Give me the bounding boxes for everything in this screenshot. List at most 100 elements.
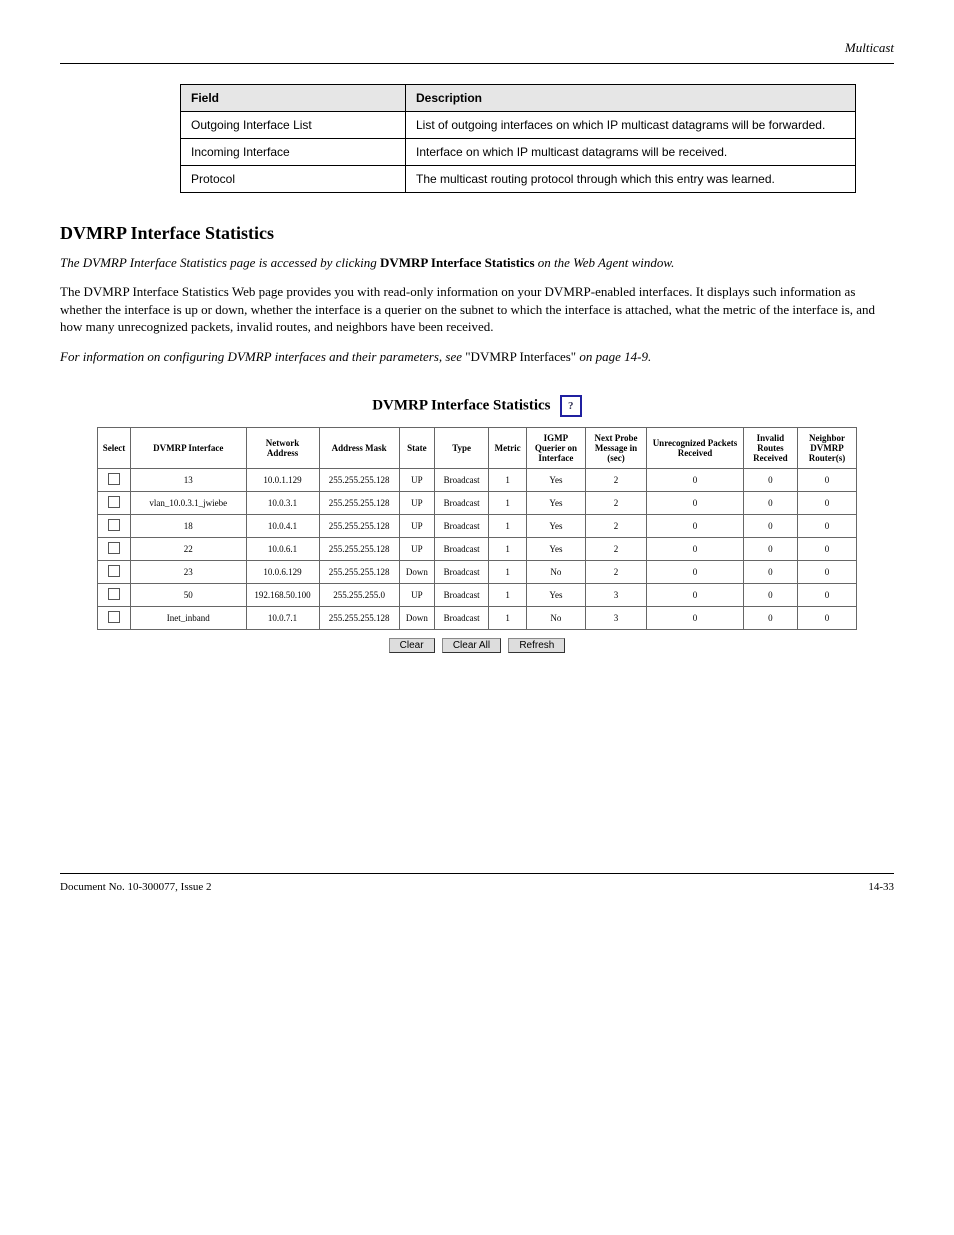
stats-column-header: Neighbor DVMRP Router(s) — [798, 428, 857, 469]
row-checkbox[interactable] — [108, 519, 120, 531]
row-checkbox[interactable] — [108, 588, 120, 600]
unrecognized-packets-cell: 0 — [647, 538, 744, 561]
state-cell: UP — [399, 492, 434, 515]
page-footer: Document No. 10-300077, Issue 2 14-33 — [60, 881, 894, 893]
address-mask-cell: 255.255.255.128 — [319, 538, 399, 561]
next-probe-cell: 3 — [585, 584, 646, 607]
stats-column-header: Select — [98, 428, 131, 469]
table-row: ProtocolThe multicast routing protocol t… — [181, 165, 856, 192]
network-address-cell: 10.0.6.129 — [246, 561, 319, 584]
neighbor-routers-cell: 0 — [798, 561, 857, 584]
state-cell: UP — [399, 515, 434, 538]
metric-cell: 1 — [489, 492, 527, 515]
footer-right: 14-33 — [868, 881, 894, 893]
unrecognized-packets-cell: 0 — [647, 584, 744, 607]
igmp-querier-cell: No — [526, 561, 585, 584]
select-cell — [98, 492, 131, 515]
clear-all-button[interactable]: Clear All — [442, 638, 501, 653]
unrecognized-packets-cell: 0 — [647, 469, 744, 492]
section-title: DVMRP Interface Statistics — [60, 223, 894, 244]
header-section-link: Multicast — [60, 40, 894, 56]
field-name-cell: Incoming Interface — [181, 138, 406, 165]
table-row: 1310.0.1.129255.255.255.128UPBroadcast1Y… — [98, 469, 857, 492]
row-checkbox[interactable] — [108, 473, 120, 485]
table-row: 1810.0.4.1255.255.255.128UPBroadcast1Yes… — [98, 515, 857, 538]
table-row: Inet_inband10.0.7.1255.255.255.128DownBr… — [98, 607, 857, 630]
state-cell: UP — [399, 584, 434, 607]
type-cell: Broadcast — [435, 561, 489, 584]
metric-cell: 1 — [489, 561, 527, 584]
footer-left: Document No. 10-300077, Issue 2 — [60, 881, 212, 893]
address-mask-cell: 255.255.255.128 — [319, 607, 399, 630]
stats-column-header: Type — [435, 428, 489, 469]
interface-cell: 13 — [131, 469, 247, 492]
stats-column-header: Invalid Routes Received — [743, 428, 797, 469]
row-checkbox[interactable] — [108, 542, 120, 554]
igmp-querier-cell: Yes — [526, 584, 585, 607]
address-mask-cell: 255.255.255.128 — [319, 561, 399, 584]
state-cell: Down — [399, 561, 434, 584]
footer-rule — [60, 873, 894, 874]
next-probe-cell: 2 — [585, 515, 646, 538]
body-paragraph: The DVMRP Interface Statistics page is a… — [60, 254, 894, 272]
field-table-header-desc: Description — [406, 84, 856, 111]
stats-column-header: Metric — [489, 428, 527, 469]
table-row: vlan_10.0.3.1_jwiebe10.0.3.1255.255.255.… — [98, 492, 857, 515]
neighbor-routers-cell: 0 — [798, 538, 857, 561]
igmp-querier-cell: Yes — [526, 538, 585, 561]
network-address-cell: 10.0.3.1 — [246, 492, 319, 515]
table-row: 50192.168.50.100255.255.255.0UPBroadcast… — [98, 584, 857, 607]
stats-column-header: State — [399, 428, 434, 469]
table-row: 2310.0.6.129255.255.255.128DownBroadcast… — [98, 561, 857, 584]
refresh-button[interactable]: Refresh — [508, 638, 565, 653]
body-paragraph: For information on configuring DVMRP int… — [60, 348, 894, 366]
next-probe-cell: 3 — [585, 607, 646, 630]
interface-cell: Inet_inband — [131, 607, 247, 630]
clear-button[interactable]: Clear — [389, 638, 435, 653]
table-row: Outgoing Interface ListList of outgoing … — [181, 111, 856, 138]
field-description-table: Field Description Outgoing Interface Lis… — [180, 84, 856, 193]
network-address-cell: 192.168.50.100 — [246, 584, 319, 607]
next-probe-cell: 2 — [585, 538, 646, 561]
field-desc-cell: The multicast routing protocol through w… — [406, 165, 856, 192]
invalid-routes-cell: 0 — [743, 492, 797, 515]
unrecognized-packets-cell: 0 — [647, 607, 744, 630]
interface-cell: 23 — [131, 561, 247, 584]
invalid-routes-cell: 0 — [743, 584, 797, 607]
next-probe-cell: 2 — [585, 469, 646, 492]
select-cell — [98, 607, 131, 630]
unrecognized-packets-cell: 0 — [647, 515, 744, 538]
table-row: Incoming InterfaceInterface on which IP … — [181, 138, 856, 165]
body-paragraph: The DVMRP Interface Statistics Web page … — [60, 283, 894, 336]
state-cell: UP — [399, 538, 434, 561]
metric-cell: 1 — [489, 584, 527, 607]
select-cell — [98, 561, 131, 584]
interface-cell: 22 — [131, 538, 247, 561]
stats-column-header: Network Address — [246, 428, 319, 469]
field-name-cell: Outgoing Interface List — [181, 111, 406, 138]
address-mask-cell: 255.255.255.128 — [319, 492, 399, 515]
metric-cell: 1 — [489, 607, 527, 630]
select-cell — [98, 515, 131, 538]
state-cell: Down — [399, 607, 434, 630]
invalid-routes-cell: 0 — [743, 561, 797, 584]
next-probe-cell: 2 — [585, 492, 646, 515]
state-cell: UP — [399, 469, 434, 492]
interface-cell: vlan_10.0.3.1_jwiebe — [131, 492, 247, 515]
row-checkbox[interactable] — [108, 496, 120, 508]
unrecognized-packets-cell: 0 — [647, 492, 744, 515]
stats-column-header: Address Mask — [319, 428, 399, 469]
metric-cell: 1 — [489, 538, 527, 561]
next-probe-cell: 2 — [585, 561, 646, 584]
help-icon[interactable]: ? — [560, 395, 582, 417]
row-checkbox[interactable] — [108, 565, 120, 577]
address-mask-cell: 255.255.255.128 — [319, 515, 399, 538]
invalid-routes-cell: 0 — [743, 607, 797, 630]
stats-column-header: IGMP Querier on Interface — [526, 428, 585, 469]
stats-title: DVMRP Interface Statistics — [372, 398, 550, 414]
metric-cell: 1 — [489, 469, 527, 492]
network-address-cell: 10.0.6.1 — [246, 538, 319, 561]
igmp-querier-cell: Yes — [526, 492, 585, 515]
row-checkbox[interactable] — [108, 611, 120, 623]
igmp-querier-cell: Yes — [526, 469, 585, 492]
